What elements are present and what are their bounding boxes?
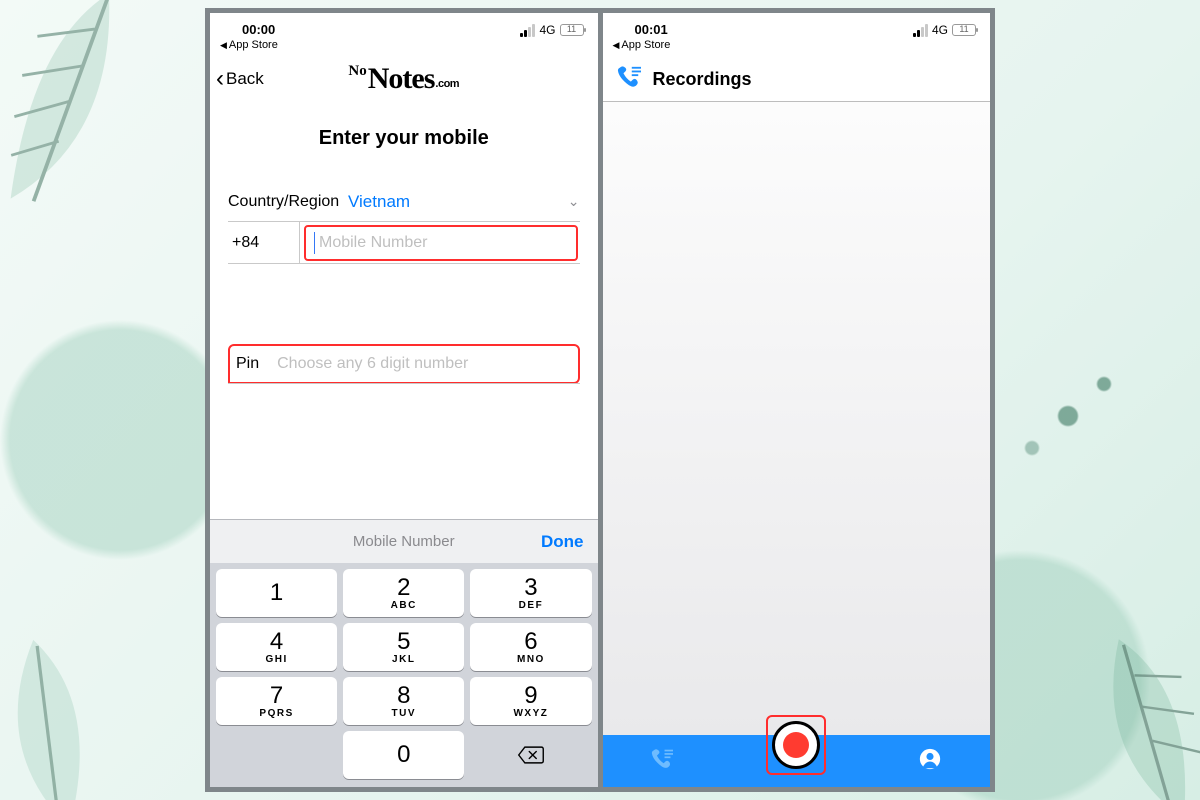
recordings-title: Recordings xyxy=(653,69,752,90)
backspace-icon xyxy=(517,745,545,765)
pin-placeholder: Choose any 6 digit number xyxy=(259,355,571,373)
key-4[interactable]: 4GHI xyxy=(216,623,337,671)
page-title: Enter your mobile xyxy=(228,127,580,150)
keyboard-toolbar: Mobile Number Done xyxy=(210,519,598,563)
tab-profile[interactable] xyxy=(917,748,943,775)
key-0[interactable]: 0 xyxy=(343,731,464,779)
keyboard-done-button[interactable]: Done xyxy=(541,532,584,552)
numeric-keypad: 1 2ABC 3DEF 4GHI 5JKL 6MNO 7PQRS 8TUV 9W… xyxy=(210,563,598,787)
pin-label: Pin xyxy=(236,355,259,373)
dial-code: +84 xyxy=(228,222,300,263)
back-to-appstore[interactable]: ◀ App Store xyxy=(603,37,991,57)
back-button[interactable]: ‹ Back xyxy=(210,67,264,91)
triangle-left-icon: ◀ xyxy=(220,40,227,51)
bottom-tab-bar xyxy=(603,735,991,787)
recordings-empty-area xyxy=(603,102,991,735)
status-time: 00:00 xyxy=(242,22,275,37)
signal-icon xyxy=(520,24,535,37)
key-8[interactable]: 8TUV xyxy=(343,677,464,725)
network-label: 4G xyxy=(539,23,555,37)
app-logo: No Notes .com xyxy=(210,64,598,94)
mobile-placeholder: Mobile Number xyxy=(319,234,427,252)
screen-enter-mobile: 00:00 4G 11 ◀ App Store ‹ Back No Notes … xyxy=(210,13,598,787)
key-backspace[interactable] xyxy=(470,731,591,779)
text-caret xyxy=(314,232,315,254)
battery-icon: 11 xyxy=(952,24,976,36)
record-dot-icon xyxy=(783,732,809,758)
decorative-leaf xyxy=(1037,609,1200,800)
key-2[interactable]: 2ABC xyxy=(343,569,464,617)
keyboard-field-label: Mobile Number xyxy=(353,533,455,550)
tab-recordings[interactable] xyxy=(649,748,675,775)
key-5[interactable]: 5JKL xyxy=(343,623,464,671)
decorative-leaf xyxy=(0,0,203,251)
network-label: 4G xyxy=(932,23,948,37)
status-time: 00:01 xyxy=(635,22,668,37)
country-region-selector[interactable]: Country/Region Vietnam ⌄ xyxy=(228,182,580,222)
nav-bar: ‹ Back No Notes .com xyxy=(210,57,598,101)
signal-icon xyxy=(913,24,928,37)
record-button[interactable] xyxy=(768,717,824,773)
status-bar: 00:00 4G 11 xyxy=(210,13,598,37)
key-9[interactable]: 9WXYZ xyxy=(470,677,591,725)
key-blank xyxy=(216,731,337,779)
key-1[interactable]: 1 xyxy=(216,569,337,617)
phone-transcript-icon xyxy=(615,65,643,94)
screen-recordings: 00:01 4G 11 ◀ App Store Recordings xyxy=(598,13,991,787)
back-to-appstore[interactable]: ◀ App Store xyxy=(210,37,598,57)
comparison-frame: 00:00 4G 11 ◀ App Store ‹ Back No Notes … xyxy=(205,8,995,792)
country-label: Country/Region xyxy=(228,193,348,211)
mobile-number-input[interactable]: Mobile Number xyxy=(304,225,578,261)
key-3[interactable]: 3DEF xyxy=(470,569,591,617)
key-7[interactable]: 7PQRS xyxy=(216,677,337,725)
pin-input[interactable]: Pin Choose any 6 digit number xyxy=(228,344,580,384)
chevron-down-icon: ⌄ xyxy=(568,193,580,210)
key-6[interactable]: 6MNO xyxy=(470,623,591,671)
triangle-left-icon: ◀ xyxy=(613,40,620,51)
battery-icon: 11 xyxy=(560,24,584,36)
country-value: Vietnam xyxy=(348,192,410,212)
recordings-header: Recordings xyxy=(603,57,991,101)
status-bar: 00:01 4G 11 xyxy=(603,13,991,37)
decorative-leaf xyxy=(0,621,140,800)
chevron-left-icon: ‹ xyxy=(216,67,224,91)
